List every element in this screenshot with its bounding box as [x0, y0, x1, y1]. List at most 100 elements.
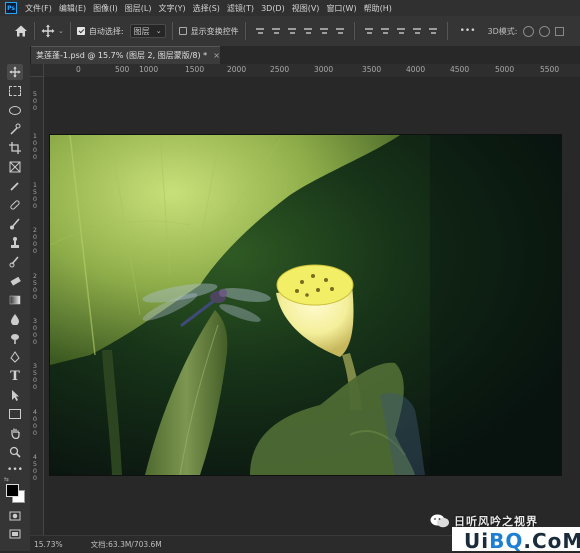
- close-tab-icon[interactable]: ×: [213, 51, 220, 60]
- align-right-icon[interactable]: [335, 26, 345, 36]
- 3d-rotate-icon[interactable]: [523, 25, 535, 37]
- site-badge-part-a: Ui: [464, 529, 490, 553]
- align-bottom-icon[interactable]: [287, 26, 297, 36]
- align-top-icon[interactable]: [255, 26, 265, 36]
- screen-mode-icon[interactable]: [7, 526, 23, 542]
- distribute-right-icon[interactable]: [428, 26, 438, 36]
- menu-edit[interactable]: 编辑(E): [59, 3, 86, 14]
- menu-bar: Ps 文件(F) 编辑(E) 图像(I) 图层(L) 文字(Y) 选择(S) 滤…: [0, 0, 580, 16]
- ruler-label: 5000: [495, 65, 515, 74]
- edit-toolbar-icon[interactable]: •••: [7, 462, 23, 478]
- move-preset-chevron-icon[interactable]: ⌄: [58, 27, 64, 35]
- zoom-tool-icon[interactable]: [7, 444, 23, 460]
- quick-select-tool-icon[interactable]: [7, 121, 23, 137]
- menu-image[interactable]: 图像(I): [93, 3, 118, 14]
- hand-tool-icon[interactable]: [7, 425, 23, 441]
- move-tool-icon[interactable]: [41, 24, 55, 38]
- lasso-tool-icon[interactable]: [7, 102, 23, 118]
- home-icon[interactable]: [14, 24, 28, 38]
- document-tab-title: 荚莲蓬-1.psd @ 15.7% (图层 2, 图层蒙版/8) *: [36, 51, 208, 60]
- ruler-label: 500: [115, 65, 130, 74]
- dodge-tool-icon[interactable]: [7, 330, 23, 346]
- crop-tool-icon[interactable]: [7, 140, 23, 156]
- ruler-label: 3000: [32, 317, 38, 346]
- ruler-label: 2500: [32, 272, 38, 301]
- menu-window[interactable]: 窗口(W): [326, 3, 356, 14]
- ruler-label: 4000: [406, 65, 426, 74]
- more-options-button[interactable]: •••: [460, 26, 476, 36]
- menu-type[interactable]: 文字(Y): [158, 3, 185, 14]
- document-size-info[interactable]: 文档:63.3M/703.6M: [91, 539, 162, 550]
- menu-view[interactable]: 视图(V): [292, 3, 320, 14]
- chevron-down-icon: ⌄: [155, 27, 162, 35]
- ruler-label: 2500: [270, 65, 290, 74]
- quick-mask-icon[interactable]: [7, 508, 23, 524]
- history-brush-tool-icon[interactable]: [7, 254, 23, 270]
- clone-stamp-tool-icon[interactable]: [7, 235, 23, 251]
- document-canvas[interactable]: [50, 135, 561, 475]
- menu-layer[interactable]: 图层(L): [125, 3, 152, 14]
- vertical-ruler[interactable]: 500 1000 1500 2000 2500 3000 3500 4000 4…: [30, 77, 44, 535]
- horizontal-ruler[interactable]: 0 500 1000 1500 2000 2500 3000 3500 4000…: [44, 64, 580, 78]
- marquee-tool-icon[interactable]: [7, 83, 23, 99]
- ruler-label: 2000: [32, 226, 38, 255]
- site-badge-part-c: .CoM: [523, 529, 580, 553]
- zoom-level-readout[interactable]: 15.73%: [34, 540, 63, 549]
- dropdown-value: 图层: [133, 26, 150, 36]
- blur-tool-icon[interactable]: [7, 311, 23, 327]
- site-badge-part-b: BQ: [489, 529, 524, 553]
- 3d-mode-label: 3D模式:: [487, 26, 518, 36]
- ruler-label: 3500: [32, 362, 38, 391]
- rectangle-tool-icon[interactable]: [7, 406, 23, 422]
- distribute-top-icon[interactable]: [364, 26, 374, 36]
- menu-3d[interactable]: 3D(D): [261, 4, 285, 13]
- ruler-label: 1000: [139, 65, 159, 74]
- separator: [34, 22, 35, 40]
- menu-filter[interactable]: 滤镜(T): [227, 3, 254, 14]
- separator: [171, 22, 173, 40]
- path-selection-tool-icon[interactable]: [7, 387, 23, 403]
- menu-file[interactable]: 文件(F): [25, 3, 52, 14]
- ruler-label: 0: [76, 65, 81, 74]
- menu-help[interactable]: 帮助(H): [364, 3, 392, 14]
- align-horizontal-center-icon[interactable]: [319, 26, 329, 36]
- ruler-label: 4500: [32, 453, 38, 482]
- swap-colors-icon[interactable]: ⇆: [4, 476, 9, 483]
- distribute-center-icon[interactable]: [380, 26, 390, 36]
- separator: [244, 22, 246, 40]
- auto-select-checkbox[interactable]: [76, 27, 85, 35]
- ruler-label: 2000: [227, 65, 247, 74]
- ruler-origin[interactable]: [30, 64, 44, 77]
- canvas-area[interactable]: [44, 77, 580, 535]
- separator: [446, 22, 448, 40]
- move-tool-icon[interactable]: [7, 64, 23, 80]
- document-tab[interactable]: 荚莲蓬-1.psd @ 15.7% (图层 2, 图层蒙版/8) * ×: [30, 46, 220, 64]
- separator: [353, 22, 355, 40]
- 3d-pan-icon[interactable]: [555, 26, 565, 36]
- eyedropper-tool-icon[interactable]: [7, 178, 23, 194]
- ruler-label: 3500: [362, 65, 382, 74]
- ruler-label: 4500: [450, 65, 470, 74]
- align-left-icon[interactable]: [303, 26, 313, 36]
- ruler-label: 5500: [540, 65, 560, 74]
- document-tab-bar: 荚莲蓬-1.psd @ 15.7% (图层 2, 图层蒙版/8) * ×: [30, 46, 580, 64]
- pen-tool-icon[interactable]: [7, 349, 23, 365]
- auto-select-target-dropdown[interactable]: 图层 ⌄: [129, 24, 166, 38]
- show-transform-checkbox[interactable]: [178, 27, 187, 35]
- type-tool-icon[interactable]: T: [7, 368, 23, 384]
- eraser-tool-icon[interactable]: [7, 273, 23, 289]
- distribute-bottom-icon[interactable]: [396, 26, 406, 36]
- distribute-left-icon[interactable]: [412, 26, 422, 36]
- menu-select[interactable]: 选择(S): [193, 3, 220, 14]
- foreground-color-swatch[interactable]: [6, 484, 19, 497]
- align-vertical-center-icon[interactable]: [271, 26, 281, 36]
- auto-select-label: 自动选择:: [88, 26, 124, 36]
- gradient-tool-icon[interactable]: [7, 292, 23, 308]
- ruler-label: 4000: [32, 408, 38, 437]
- 3d-roll-icon[interactable]: [539, 25, 551, 37]
- brush-tool-icon[interactable]: [7, 216, 23, 232]
- separator: [69, 22, 71, 40]
- frame-tool-icon[interactable]: [7, 159, 23, 175]
- ruler-label: 1000: [32, 132, 38, 161]
- healing-brush-tool-icon[interactable]: [7, 197, 23, 213]
